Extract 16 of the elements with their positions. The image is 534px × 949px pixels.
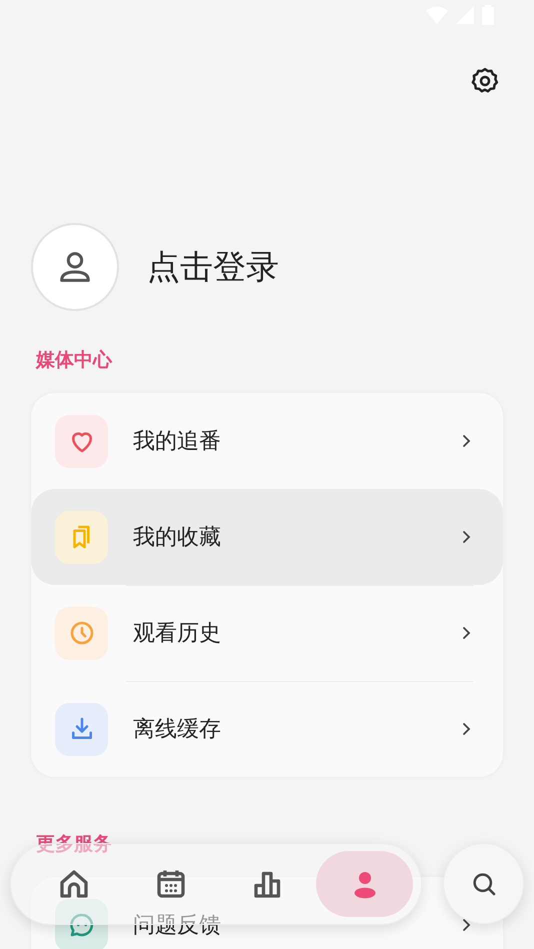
nav-tab[interactable]: [316, 851, 413, 917]
menu-label: 离线缓存: [133, 716, 222, 744]
section-title: 媒体中心: [34, 348, 114, 373]
menu-item[interactable]: 我的收藏: [31, 489, 503, 585]
menu-label: 观看历史: [133, 620, 222, 648]
download-icon: [55, 702, 108, 756]
menu-label: 我的追番: [133, 428, 222, 456]
chat-icon: [55, 898, 108, 949]
menu-item[interactable]: 离线缓存: [31, 681, 503, 777]
bookmarks-icon: [55, 510, 108, 564]
login-link[interactable]: 点击登录: [147, 244, 279, 290]
clock-icon: [55, 606, 108, 660]
heart-icon: [55, 414, 108, 468]
menu-label: 我的收藏: [133, 524, 222, 552]
menu-item[interactable]: 观看历史: [31, 585, 503, 681]
menu-item[interactable]: 我的追番: [31, 393, 503, 489]
